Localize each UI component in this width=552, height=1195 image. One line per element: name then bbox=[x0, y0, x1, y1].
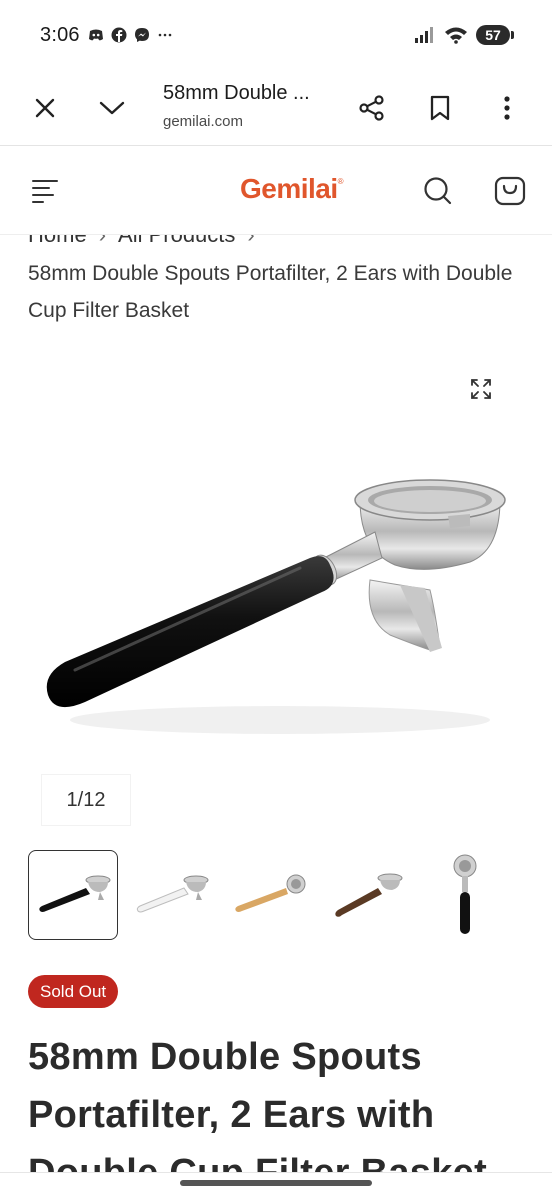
close-tab-button[interactable] bbox=[25, 88, 65, 128]
site-header: Gemilai® bbox=[0, 147, 552, 235]
browser-toolbar: 58mm Double ... gemilai.com bbox=[0, 72, 552, 146]
walnut-handle-portafilter-thumb bbox=[335, 873, 403, 917]
wifi-icon bbox=[445, 27, 467, 44]
portafilter-product-image bbox=[46, 479, 506, 734]
thumbnail-1[interactable] bbox=[28, 850, 118, 940]
black-handle-portafilter-thumb bbox=[39, 875, 111, 912]
black-handle-portafilter-top-view-thumb bbox=[453, 854, 477, 934]
status-time: 3:06 bbox=[40, 24, 80, 46]
battery-indicator: 57 bbox=[476, 25, 514, 45]
thumbnail-3[interactable] bbox=[224, 850, 314, 940]
browser-page-title[interactable]: 58mm Double ... bbox=[163, 82, 310, 105]
sold-out-badge: Sold Out bbox=[28, 975, 119, 1008]
bookmark-button[interactable] bbox=[420, 88, 460, 128]
more-vertical-icon bbox=[504, 96, 510, 120]
wood-handle-portafilter-thumb bbox=[235, 874, 306, 912]
white-handle-portafilter-thumb bbox=[136, 875, 209, 913]
more-dots-icon bbox=[158, 33, 172, 37]
registered-mark: ® bbox=[337, 177, 344, 186]
facebook-icon bbox=[111, 27, 127, 43]
system-status: 57 bbox=[414, 25, 514, 45]
search-button[interactable] bbox=[416, 169, 460, 213]
share-button[interactable] bbox=[352, 88, 392, 128]
breadcrumb-current: 58mm Double Spouts Portafilter, 2 Ears w… bbox=[28, 262, 513, 322]
fullscreen-button[interactable] bbox=[466, 374, 496, 404]
site-logo[interactable]: Gemilai® bbox=[240, 173, 344, 205]
home-indicator[interactable] bbox=[180, 1180, 372, 1186]
bookmark-icon bbox=[430, 95, 450, 121]
notification-icons bbox=[88, 27, 173, 43]
browser-url[interactable]: gemilai.com bbox=[163, 113, 243, 130]
discord-icon bbox=[89, 29, 103, 41]
expand-icon bbox=[471, 379, 491, 399]
close-icon bbox=[35, 98, 55, 118]
more-options-button[interactable] bbox=[487, 88, 527, 128]
chevron-down-icon bbox=[99, 101, 125, 115]
menu-button[interactable] bbox=[24, 169, 68, 213]
messenger-icon bbox=[135, 28, 149, 42]
status-bar: 3:06 57 bbox=[0, 0, 552, 72]
logo-text: Gemilai bbox=[240, 173, 338, 204]
thumbnail-strip bbox=[28, 850, 528, 942]
image-counter: 1/12 bbox=[42, 775, 130, 825]
product-gallery[interactable]: 1/12 bbox=[0, 350, 552, 838]
menu-icon bbox=[32, 180, 58, 203]
signal-icon bbox=[415, 27, 433, 43]
shopping-bag-icon bbox=[494, 176, 526, 206]
product-title: 58mm Double Spouts Portafilter, 2 Ears w… bbox=[28, 1036, 487, 1194]
cart-button[interactable] bbox=[488, 169, 532, 213]
thumbnail-2[interactable] bbox=[126, 850, 216, 940]
thumbnail-4[interactable] bbox=[322, 850, 412, 940]
thumbnail-5[interactable] bbox=[420, 850, 510, 940]
share-icon bbox=[359, 95, 384, 121]
search-icon bbox=[424, 177, 452, 205]
minimize-button[interactable] bbox=[92, 88, 132, 128]
